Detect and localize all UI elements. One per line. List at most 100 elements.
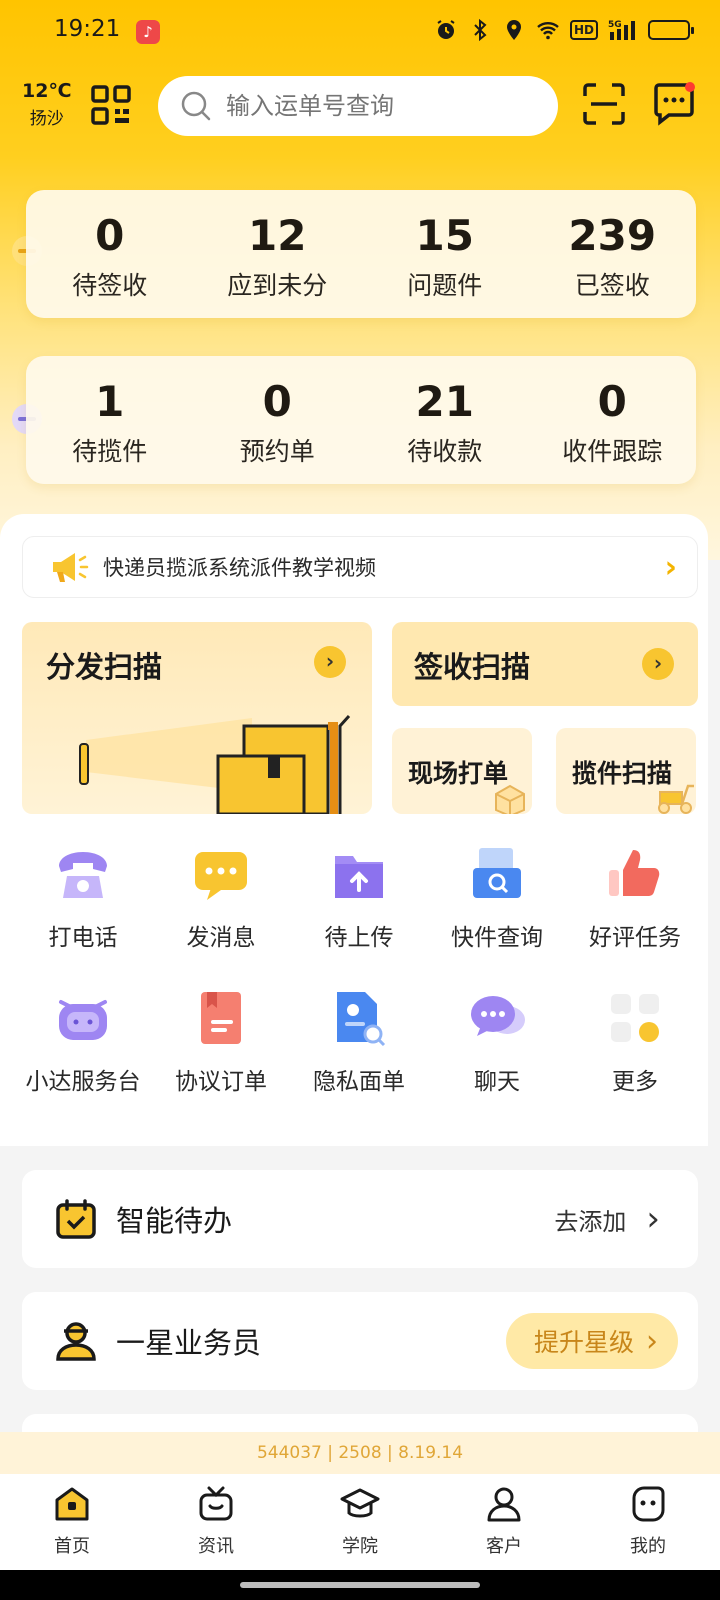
unread-badge: [685, 82, 695, 92]
tool-send-message[interactable]: 发消息: [152, 844, 290, 952]
wifi-icon: [537, 22, 559, 40]
stat-problem-parcels[interactable]: 15 问题件: [361, 190, 529, 318]
tool-phone[interactable]: 打电话: [14, 844, 152, 952]
music-app-notification-icon: ♪: [136, 20, 160, 44]
tool-label: 好评任务: [589, 925, 681, 951]
tab-home[interactable]: 首页: [0, 1474, 144, 1570]
tools-row-1: 打电话 发消息 待上传 快件查询 好评任务: [14, 844, 720, 952]
parcel-search-icon: [473, 848, 521, 898]
smart-todo-title: 智能待办: [116, 1204, 233, 1238]
courier-avatar-icon: [56, 1322, 96, 1361]
bottom-tab-bar: 首页 资讯 学院 客户 我的: [0, 1474, 720, 1570]
home-indicator[interactable]: [240, 1582, 480, 1588]
robot-icon: [59, 1000, 107, 1040]
calendar-check-icon: [56, 1199, 96, 1239]
stat-value: 12: [248, 211, 307, 260]
tool-label: 聊天: [474, 1069, 520, 1095]
alarm-icon: [437, 20, 455, 39]
weather-widget[interactable]: 12℃ 扬沙: [22, 80, 71, 129]
tool-review-task[interactable]: 好评任务: [566, 844, 704, 952]
stat-value: 1: [95, 377, 125, 426]
tool-label: 隐私面单: [313, 1069, 405, 1095]
chevron-right-icon: ›: [642, 648, 674, 680]
stat-label: 已签收: [574, 271, 650, 300]
smart-todo-add[interactable]: 去添加: [554, 1202, 626, 1237]
upload-folder-icon: [335, 856, 383, 898]
tool-label: 协议订单: [175, 1069, 267, 1095]
dispatch-scan-card[interactable]: 分发扫描 ›: [22, 622, 372, 814]
stat-label: 收件跟踪: [562, 437, 663, 466]
onsite-print-card[interactable]: 现场打单: [392, 728, 532, 814]
notice-banner[interactable]: 快递员揽派系统派件教学视频 ›: [22, 536, 698, 598]
tab-mine[interactable]: 我的: [576, 1474, 720, 1570]
sign-scan-title: 签收扫描: [414, 650, 531, 684]
notice-text: 快递员揽派系统派件教学视频: [103, 556, 376, 580]
tools-row-2: 小达服务台 协议订单 隐私面单 聊天 更多: [14, 988, 720, 1096]
tool-parcel-query[interactable]: 快件查询: [428, 844, 566, 952]
scan-icon[interactable]: [582, 82, 626, 126]
version-bar: 544037 | 2508 | 8.19.14: [0, 1432, 720, 1474]
tool-service-desk[interactable]: 小达服务台: [14, 988, 152, 1096]
stat-pending-payment[interactable]: 21 待收款: [361, 356, 529, 484]
pickup-stats-card: 1 待揽件 0 预约单 21 待收款 0 收件跟踪: [26, 356, 696, 484]
face-icon: [632, 1486, 665, 1522]
stat-value: 21: [415, 377, 474, 426]
tool-contract-orders[interactable]: 协议订单: [152, 988, 290, 1096]
stat-label: 应到未分: [227, 271, 328, 300]
tab-label: 客户: [486, 1536, 522, 1557]
messages-button[interactable]: [651, 80, 697, 126]
tab-news[interactable]: 资讯: [144, 1474, 288, 1570]
stat-reservations[interactable]: 0 预约单: [194, 356, 362, 484]
tab-label: 我的: [630, 1536, 666, 1557]
battery-icon: [648, 20, 694, 40]
stat-pickup-tracking[interactable]: 0 收件跟踪: [529, 356, 697, 484]
tool-label: 快件查询: [451, 925, 543, 951]
tab-customers[interactable]: 客户: [432, 1474, 576, 1570]
stat-undistributed[interactable]: 12 应到未分: [194, 190, 362, 318]
star-level-row[interactable]: 一星业务员 提升星级 ›: [22, 1292, 698, 1390]
upgrade-star-button[interactable]: 提升星级 ›: [505, 1313, 678, 1369]
stat-pending-pickup[interactable]: 1 待揽件: [26, 356, 194, 484]
parcel-box-icon: [495, 784, 525, 814]
tool-chat[interactable]: 聊天: [428, 988, 566, 1096]
contract-icon: [201, 992, 241, 1044]
waybill-search-input[interactable]: [226, 92, 526, 120]
tool-label: 更多: [612, 1069, 658, 1095]
delivery-stats-card: 0 待签收 12 应到未分 15 问题件 239 已签收: [26, 190, 696, 318]
waybill-search-bar[interactable]: [158, 76, 558, 136]
qr-code-icon[interactable]: [90, 84, 132, 126]
tab-academy[interactable]: 学院: [288, 1474, 432, 1570]
scooter-icon: [658, 784, 694, 814]
tool-more[interactable]: 更多: [566, 988, 704, 1096]
tool-label: 待上传: [324, 925, 394, 951]
chat-icon: [471, 996, 525, 1036]
tool-pending-upload[interactable]: 待上传: [290, 844, 428, 952]
phone-icon: [59, 852, 107, 898]
tool-label: 打电话: [48, 925, 118, 951]
status-icons: HD 5G: [434, 18, 694, 42]
stat-label: 问题件: [407, 271, 483, 300]
svg-text:5G: 5G: [608, 20, 622, 30]
tab-label: 资讯: [198, 1536, 234, 1557]
stat-label: 待收款: [407, 437, 483, 466]
stat-label: 待签收: [72, 271, 148, 300]
tool-label: 发消息: [186, 925, 256, 951]
temperature: 12℃: [22, 80, 72, 102]
system-nav-bar: [0, 1570, 720, 1600]
location-icon: [506, 20, 521, 40]
sign-scan-card[interactable]: 签收扫描 ›: [392, 622, 698, 706]
tool-privacy-waybill[interactable]: 隐私面单: [290, 988, 428, 1096]
chevron-right-icon: ›: [646, 1323, 658, 1359]
pickup-scan-card[interactable]: 揽件扫描: [556, 728, 696, 814]
status-bar: 19:21 ♪ HD 5G: [0, 0, 720, 64]
stat-pending-sign[interactable]: 0 待签收: [26, 190, 194, 318]
message-icon: [195, 852, 247, 900]
smart-todo-row[interactable]: 智能待办 去添加 ›: [22, 1170, 698, 1268]
chevron-right-icon: ›: [664, 549, 677, 585]
home-icon: [55, 1487, 89, 1521]
stat-signed[interactable]: 239 已签收: [529, 190, 697, 318]
hd-icon: HD: [569, 20, 598, 40]
stat-label: 预约单: [239, 437, 315, 466]
stat-value: 0: [95, 211, 125, 260]
stat-value: 15: [415, 211, 474, 260]
